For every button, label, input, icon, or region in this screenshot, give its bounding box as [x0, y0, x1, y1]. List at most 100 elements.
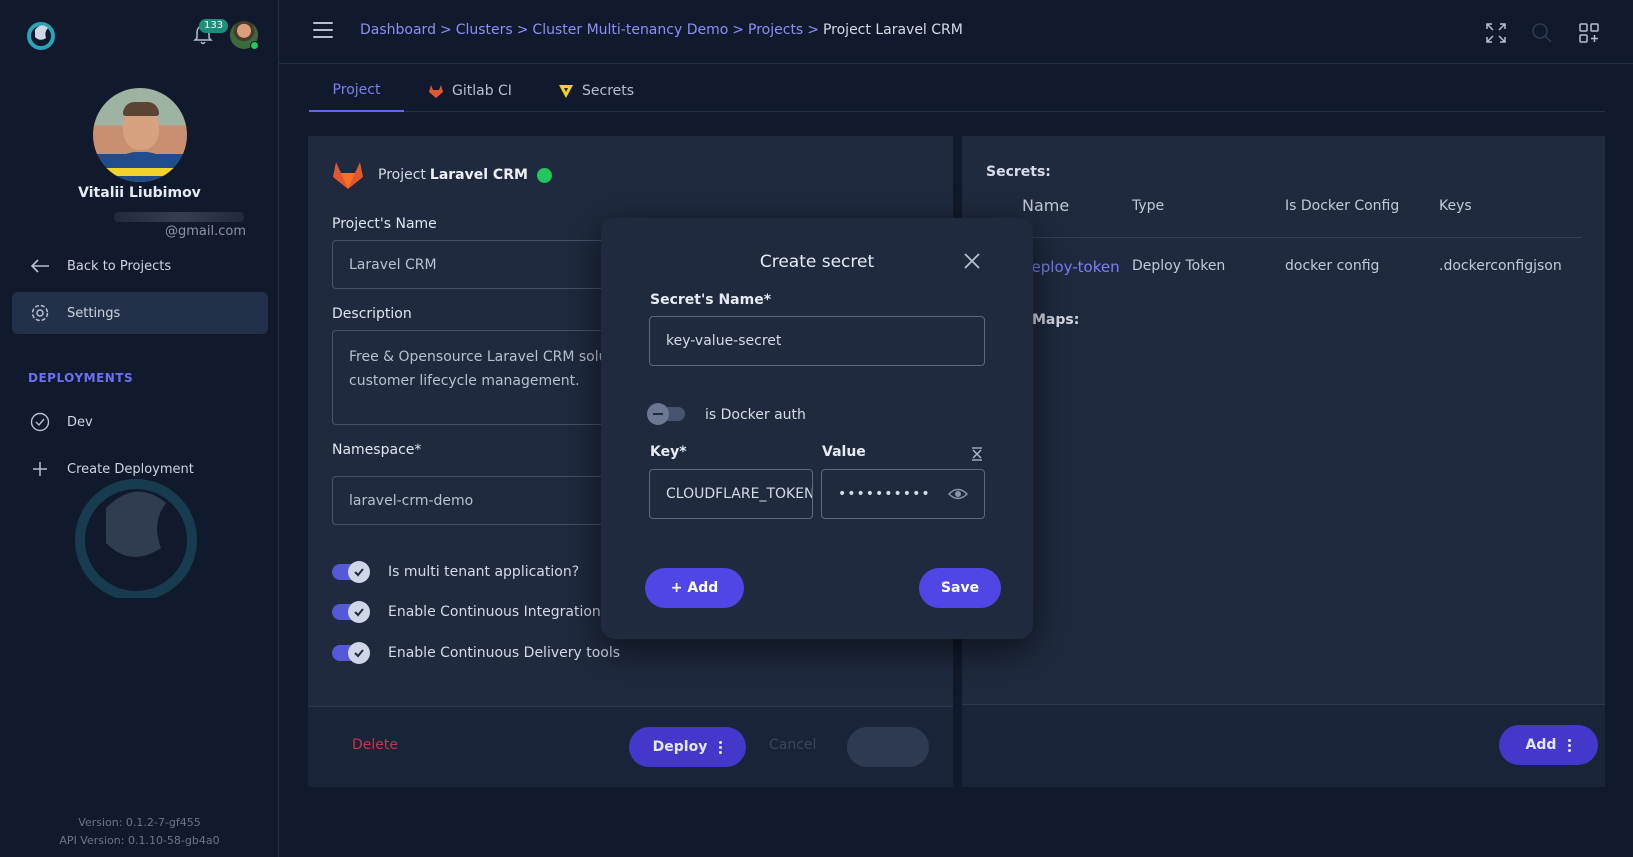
more-vertical-icon: [719, 740, 723, 754]
value-label: Value: [822, 444, 866, 460]
docker-auth-label: is Docker auth: [705, 407, 806, 423]
secret-name-label: Secret's Name*: [650, 292, 772, 308]
hamburger-menu-icon[interactable]: [313, 22, 333, 38]
breadcrumb-projects[interactable]: Projects: [748, 22, 803, 38]
secret-type-cell: Deploy Token: [1132, 258, 1226, 274]
remove-pair-icon[interactable]: [971, 447, 983, 461]
cancel-button[interactable]: Cancel: [769, 737, 816, 753]
secrets-title: Secrets:: [986, 164, 1051, 180]
vault-triangle-icon: [558, 83, 574, 99]
value-input[interactable]: ••••••••••: [821, 469, 985, 519]
sidebar-item-label: Dev: [67, 414, 93, 430]
description-line: Free & Opensource Laravel CRM solut: [349, 349, 613, 365]
project-head-name: Laravel CRM: [429, 167, 528, 183]
arrow-left-icon: [29, 255, 51, 277]
project-tabs: Project Gitlab CI Secrets: [309, 70, 1605, 112]
eye-icon[interactable]: [948, 487, 968, 501]
ci-toggle[interactable]: [332, 601, 370, 623]
column-header-type: Type: [1132, 198, 1165, 214]
plus-icon: [29, 458, 51, 480]
sidebar-item-dev[interactable]: Dev: [12, 401, 268, 443]
secret-name-value: key-value-secret: [666, 333, 782, 349]
more-vertical-icon: [1568, 738, 1572, 752]
docker-auth-toggle[interactable]: [647, 403, 685, 425]
sidebar-item-label: Back to Projects: [67, 258, 172, 274]
online-status-dot: [250, 41, 259, 50]
gear-icon: [29, 302, 51, 324]
secret-name-link[interactable]: deploy-token: [1022, 258, 1120, 276]
sidebar-item-back-to-projects[interactable]: Back to Projects: [12, 245, 268, 287]
tab-secrets[interactable]: Secrets: [558, 70, 634, 112]
breadcrumb-current: Project Laravel CRM: [822, 22, 963, 38]
cd-toggle-row[interactable]: Enable Continuous Delivery tools: [332, 642, 620, 664]
project-status-dot: [536, 167, 552, 183]
breadcrumb: Dashboard > Clusters > Cluster Multi-tenancy…: [360, 22, 963, 38]
description-line: customer lifecycle management.: [349, 373, 580, 389]
save-button-disabled[interactable]: [847, 727, 929, 767]
sidebar-item-label: Settings: [67, 305, 121, 321]
breadcrumb-separator: >: [439, 22, 452, 38]
gitlab-logo-icon: [333, 162, 363, 189]
breadcrumb-dashboard[interactable]: Dashboard: [360, 22, 436, 38]
add-pair-button[interactable]: + Add: [645, 568, 744, 608]
deployments-section-title: DEPLOYMENTS: [28, 371, 134, 385]
breadcrumb-cluster[interactable]: Cluster Multi-tenancy Demo: [532, 22, 728, 38]
secrets-card: Secrets: Name Type Is Docker Config Keys…: [962, 136, 1605, 787]
project-head-prefix: Project: [378, 167, 426, 183]
secret-keys-cell: .dockerconfigjson: [1439, 258, 1562, 274]
modal-save-button[interactable]: Save: [919, 568, 1001, 608]
namespace-value: laravel-crm-demo: [349, 492, 474, 509]
project-name-label: Project's Name: [332, 216, 437, 232]
tab-project[interactable]: Project: [309, 70, 404, 112]
tab-label: Gitlab CI: [452, 83, 512, 99]
breadcrumb-separator: >: [516, 22, 529, 38]
multi-tenant-toggle-row[interactable]: Is multi tenant application?: [332, 561, 579, 583]
check-circle-icon: [29, 411, 51, 433]
cd-toggle[interactable]: [332, 642, 370, 664]
namespace-label: Namespace*: [332, 442, 422, 458]
close-icon[interactable]: [963, 252, 981, 270]
apps-grid-icon[interactable]: [1578, 22, 1600, 44]
api-version: API Version: 0.1.10-58-gb4a0: [59, 834, 220, 847]
profile-name: Vitalii Liubimov: [78, 185, 201, 201]
logo-watermark: [75, 479, 197, 598]
profile-email: @gmail.com: [36, 209, 246, 239]
ci-toggle-row[interactable]: Enable Continuous Integration to: [332, 601, 620, 623]
key-label: Key*: [650, 444, 687, 460]
fullscreen-icon[interactable]: [1485, 22, 1507, 44]
sidebar-item-settings[interactable]: Settings: [12, 292, 268, 334]
add-label: Add: [1525, 737, 1557, 753]
key-value: CLOUDFLARE_TOKEN: [666, 486, 813, 502]
delete-button[interactable]: Delete: [352, 737, 398, 753]
project-card-footer: Delete Deploy Cancel: [308, 706, 953, 787]
project-name-value: Laravel CRM: [349, 256, 437, 273]
breadcrumb-separator: >: [807, 22, 819, 38]
app-logo[interactable]: [26, 20, 56, 50]
toggle-label: Enable Continuous Integration to: [388, 604, 620, 620]
create-secret-modal: Create secret Secret's Name* key-value-s…: [601, 218, 1033, 639]
maps-title: Maps:: [1032, 312, 1080, 328]
project-header: Project Laravel CRM: [332, 160, 552, 190]
column-header-docker: Is Docker Config: [1285, 198, 1400, 214]
key-input[interactable]: CLOUDFLARE_TOKEN: [649, 469, 813, 519]
tab-label: Secrets: [582, 83, 635, 99]
secret-name-input[interactable]: key-value-secret: [649, 316, 985, 366]
multi-tenant-toggle[interactable]: [332, 561, 370, 583]
breadcrumb-clusters[interactable]: Clusters: [456, 22, 513, 38]
secrets-card-footer: Add: [962, 704, 1605, 787]
notification-count-badge: 133: [199, 19, 229, 33]
tab-label: Project: [332, 82, 381, 98]
sidebar-item-label: Create Deployment: [67, 461, 194, 477]
breadcrumb-separator: >: [732, 22, 745, 38]
gitlab-icon: [428, 83, 444, 99]
column-header-keys: Keys: [1439, 198, 1472, 214]
add-secret-button[interactable]: Add: [1499, 725, 1598, 765]
top-header: Dashboard > Clusters > Cluster Multi-tenancy…: [279, 0, 1633, 64]
tab-gitlab-ci[interactable]: Gitlab CI: [428, 70, 512, 112]
table-divider: [1022, 237, 1582, 238]
deploy-label: Deploy: [652, 739, 708, 755]
deploy-button[interactable]: Deploy: [629, 727, 746, 767]
sidebar: 133 Vitalii Liubimov @gmail.com Back to …: [0, 0, 279, 857]
description-label: Description: [332, 306, 412, 322]
search-icon[interactable]: [1531, 22, 1553, 44]
